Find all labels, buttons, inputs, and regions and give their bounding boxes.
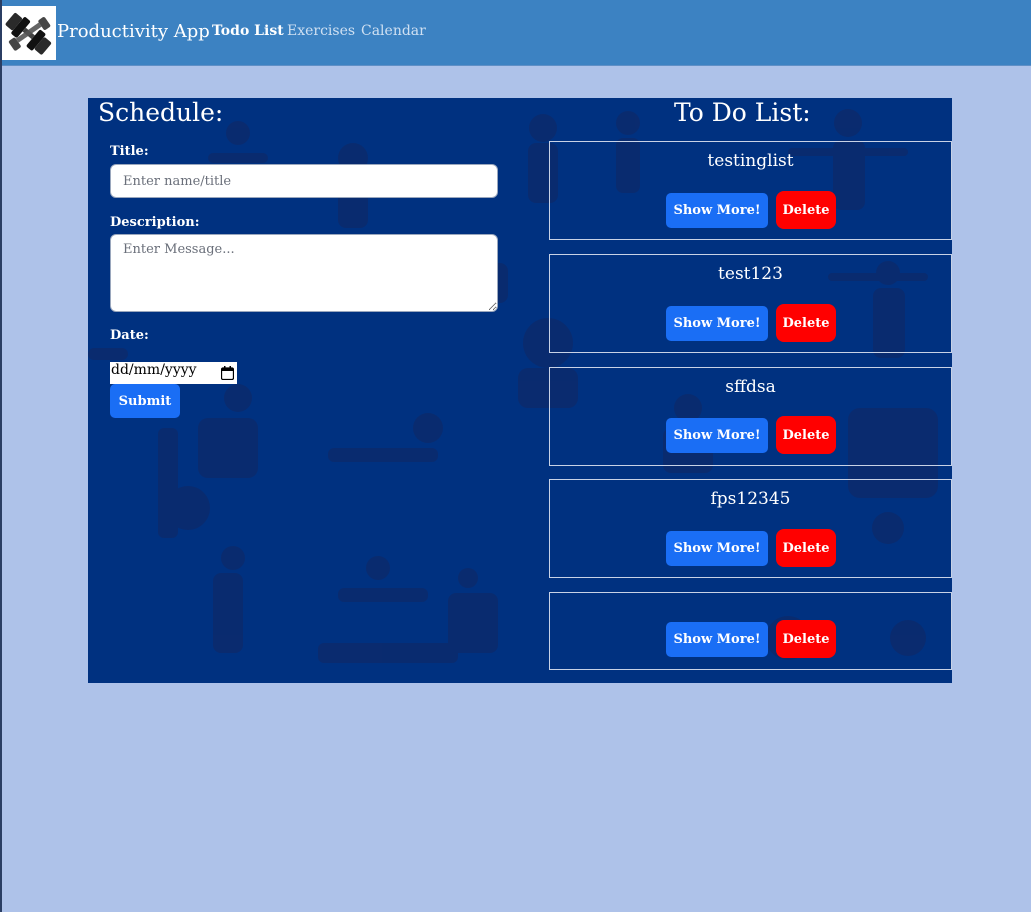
nav-exercises[interactable]: Exercises — [287, 23, 355, 39]
title-input[interactable] — [110, 164, 498, 198]
show-more-button[interactable]: Show More! — [666, 418, 768, 453]
show-more-button[interactable]: Show More! — [666, 622, 768, 657]
nav-calendar[interactable]: Calendar — [361, 23, 426, 39]
todo-card: fps12345 Show More! Delete — [549, 479, 952, 578]
delete-button[interactable]: Delete — [776, 191, 836, 229]
todo-card-title: test123 — [718, 264, 783, 284]
todo-card: Show More! Delete — [549, 592, 952, 670]
todo-card-title: testinglist — [707, 151, 794, 171]
calendar-icon[interactable] — [221, 366, 234, 380]
description-textarea[interactable] — [110, 234, 498, 312]
show-more-button[interactable]: Show More! — [666, 306, 768, 341]
todo-card-title: fps12345 — [710, 489, 791, 509]
nav-todo-list[interactable]: Todo List — [212, 23, 284, 39]
show-more-button[interactable]: Show More! — [666, 193, 768, 228]
navbar: Productivity App Todo List Exercises Cal… — [2, 0, 1031, 66]
date-input[interactable]: dd/mm/yyyy — [110, 362, 237, 384]
description-label: Description: — [110, 215, 200, 230]
submit-button[interactable]: Submit — [110, 384, 180, 418]
dumbbell-logo-icon[interactable] — [2, 6, 56, 60]
main-panel: Schedule: Title: Description: Date: dd/m… — [88, 98, 952, 683]
todo-card: sffdsa Show More! Delete — [549, 367, 952, 466]
delete-button[interactable]: Delete — [776, 620, 836, 658]
delete-button[interactable]: Delete — [776, 304, 836, 342]
todo-card: testinglist Show More! Delete — [549, 141, 952, 240]
brand-title[interactable]: Productivity App — [57, 21, 210, 42]
todo-card: test123 Show More! Delete — [549, 254, 952, 353]
window-edge — [0, 0, 2, 912]
title-label: Title: — [110, 144, 149, 159]
schedule-heading: Schedule: — [98, 98, 224, 127]
show-more-button[interactable]: Show More! — [666, 531, 768, 566]
delete-button[interactable]: Delete — [776, 416, 836, 454]
todo-card-title: sffdsa — [725, 377, 776, 397]
delete-button[interactable]: Delete — [776, 529, 836, 567]
todo-heading: To Do List: — [674, 98, 811, 127]
date-placeholder: dd/mm/yyyy — [111, 362, 197, 378]
date-label: Date: — [110, 328, 149, 343]
